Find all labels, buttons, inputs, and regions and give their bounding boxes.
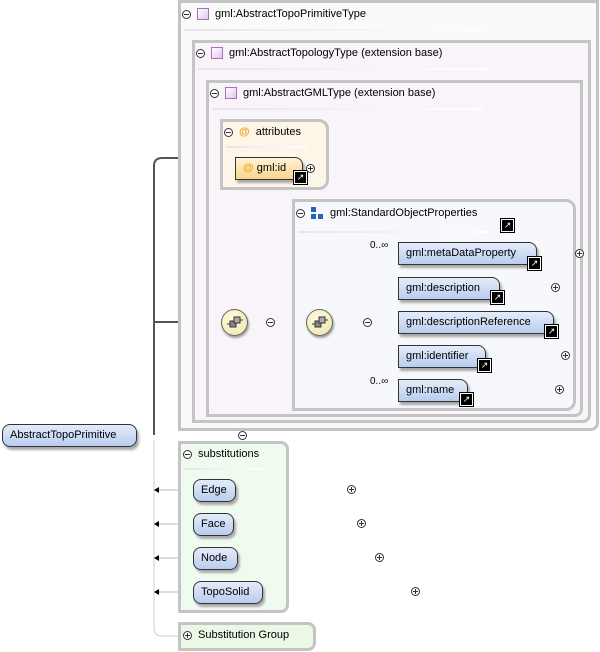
- base2-label: gml:AbstractGMLType (extension base): [243, 87, 436, 99]
- schema-diagram: gml:AbstractTopoPrimitiveType gml:Abstra…: [0, 0, 600, 652]
- complex-type-icon: [197, 8, 209, 20]
- collapse-icon[interactable]: [296, 208, 305, 218]
- sequence-compositor-icon[interactable]: [306, 309, 333, 336]
- separator: [184, 468, 264, 470]
- collapse-icon[interactable]: [237, 431, 247, 440]
- group-header: gml:StandardObjectProperties: [296, 207, 477, 219]
- expand-icon[interactable]: [374, 553, 384, 562]
- cardinality: 0..∞: [370, 376, 389, 387]
- attributes-header: @ attributes: [224, 126, 301, 138]
- reference-arrow-icon[interactable]: ↗: [459, 392, 474, 407]
- root-element[interactable]: AbstractTopoPrimitive: [2, 424, 137, 447]
- element-description[interactable]: gml:description: [398, 277, 500, 300]
- expand-icon[interactable]: [410, 587, 420, 596]
- reference-arrow-icon[interactable]: ↗: [293, 170, 308, 185]
- attributes-label: attributes: [255, 126, 301, 138]
- reference-arrow-icon[interactable]: ↗: [490, 290, 505, 305]
- element-metadataproperty[interactable]: gml:metaDataProperty: [398, 242, 537, 265]
- expand-icon[interactable]: [346, 485, 356, 494]
- reference-arrow-icon[interactable]: ↗: [527, 256, 542, 271]
- element-name[interactable]: gml:name: [398, 379, 468, 402]
- separator: [198, 68, 488, 70]
- collapse-icon[interactable]: [224, 127, 233, 137]
- at-icon: @: [239, 126, 250, 138]
- substitution-face[interactable]: Face: [193, 513, 234, 536]
- element-identifier[interactable]: gml:identifier: [398, 345, 486, 368]
- substitution-group-label: Substitution Group: [198, 629, 290, 641]
- expand-icon[interactable]: [183, 630, 192, 640]
- attribute-gml-id[interactable]: @ gml:id: [235, 157, 303, 180]
- type-header: gml:AbstractTopoPrimitiveType: [182, 8, 366, 20]
- substitution-edge[interactable]: Edge: [193, 479, 236, 502]
- separator: [298, 231, 488, 233]
- attribute-label: gml:id: [256, 162, 287, 174]
- group-label: gml:StandardObjectProperties: [330, 207, 478, 219]
- collapse-icon[interactable]: [183, 449, 192, 459]
- separator: [212, 108, 482, 110]
- reference-arrow-icon[interactable]: ↗: [500, 218, 515, 233]
- collapse-icon[interactable]: [196, 48, 205, 58]
- complex-type-icon: [211, 47, 223, 59]
- group-icon: [311, 207, 323, 219]
- reference-arrow-icon[interactable]: ↗: [477, 358, 492, 373]
- separator: [184, 29, 484, 31]
- collapse-icon[interactable]: [266, 318, 276, 327]
- expand-icon[interactable]: [306, 164, 315, 173]
- substitution-group-header: Substitution Group: [183, 629, 289, 641]
- reference-arrow-icon[interactable]: ↗: [544, 324, 559, 339]
- complex-type-icon: [225, 87, 237, 99]
- at-icon: @: [243, 162, 254, 174]
- type-label: gml:AbstractTopoPrimitiveType: [215, 8, 366, 20]
- element-descriptionreference[interactable]: gml:descriptionReference: [398, 311, 554, 334]
- base2-header: gml:AbstractGMLType (extension base): [210, 87, 435, 99]
- substitutions-header: substitutions: [183, 448, 259, 460]
- substitutions-label: substitutions: [198, 448, 260, 460]
- expand-icon[interactable]: [356, 519, 366, 528]
- base1-label: gml:AbstractTopologyType (extension base…: [229, 47, 443, 59]
- substitution-toposolid[interactable]: TopoSolid: [193, 581, 263, 604]
- substitution-node[interactable]: Node: [193, 547, 238, 570]
- separator: [226, 146, 306, 148]
- base1-header: gml:AbstractTopologyType (extension base…: [196, 47, 442, 59]
- collapse-icon[interactable]: [210, 88, 219, 98]
- cardinality: 0..∞: [370, 240, 389, 251]
- sequence-compositor-icon[interactable]: [221, 309, 248, 336]
- collapse-icon[interactable]: [182, 9, 191, 19]
